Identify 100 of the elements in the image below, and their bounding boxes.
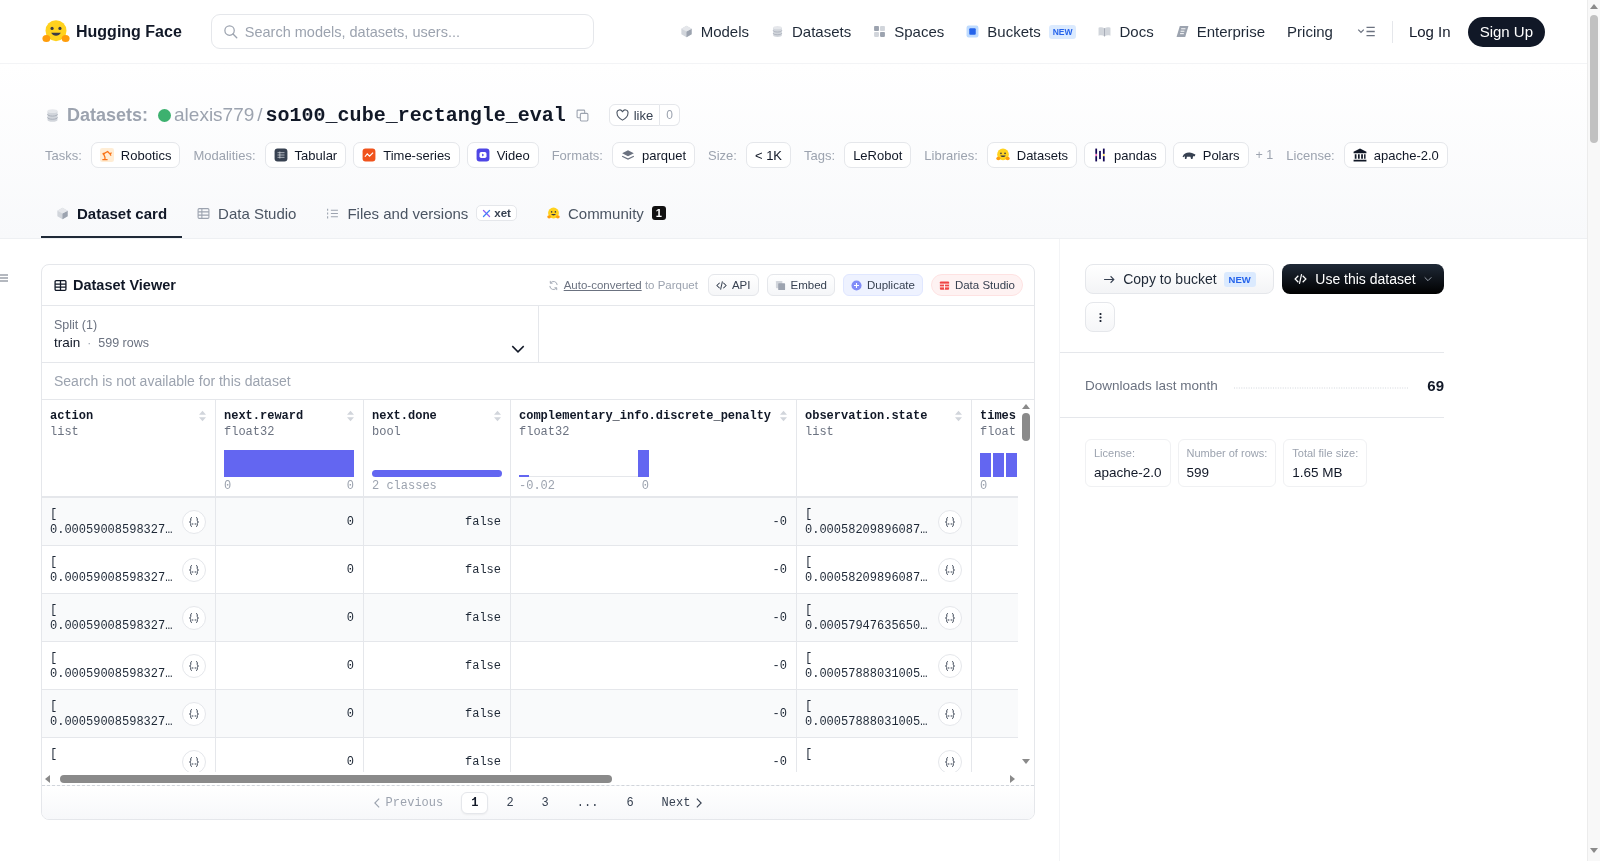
viewer-action-button[interactable]: API	[707, 274, 759, 296]
list-value: [ 0.00059008598327…	[50, 506, 173, 538]
square-icon	[966, 25, 980, 38]
json-button[interactable]	[938, 605, 962, 630]
tab[interactable]: Dataset card	[41, 190, 183, 238]
tab[interactable]: Community 1	[531, 190, 681, 238]
path-separator: /	[257, 104, 263, 126]
chevron-right-icon	[696, 797, 703, 808]
use-dataset-button[interactable]: Use this dataset	[1282, 264, 1444, 294]
stat-value: apache-2.0	[1094, 464, 1162, 481]
nav-link[interactable]: Spaces	[873, 23, 945, 40]
code-icon	[715, 279, 727, 291]
json-button[interactable]	[182, 653, 206, 678]
cell-value: -0	[772, 658, 787, 673]
tag-chip[interactable]: apache-2.0	[1343, 142, 1448, 168]
range-label: 0	[224, 479, 232, 493]
plus-circle-icon	[850, 279, 862, 291]
tag-chip[interactable]: Datasets	[986, 142, 1078, 168]
column-name: times	[980, 409, 1016, 423]
json-button[interactable]	[938, 653, 962, 678]
braces-icon	[188, 563, 200, 576]
cross-icon	[482, 208, 492, 218]
stat-value: 1.65 MB	[1292, 464, 1344, 481]
table-icon	[197, 206, 211, 220]
tag-chip[interactable]: LeRobot	[844, 142, 912, 168]
copy-button[interactable]	[573, 106, 591, 124]
chevron-left-icon	[373, 797, 380, 808]
cell-value: -0	[772, 706, 787, 721]
tag-group-label: Libraries:	[924, 147, 978, 163]
json-button[interactable]	[182, 557, 206, 582]
tag-chip[interactable]: Video	[466, 142, 539, 168]
braces-icon	[188, 659, 200, 672]
conversion-link[interactable]: Auto-converted	[563, 279, 642, 291]
tag-chip[interactable]: Time-series	[353, 142, 460, 168]
nav-link[interactable]: Datasets	[771, 23, 852, 40]
arrow-right-icon	[1103, 273, 1117, 285]
page-link[interactable]: 6	[616, 791, 644, 814]
search-field[interactable]: Search models, datasets, users...	[210, 14, 594, 49]
viewer-action-button[interactable]: Data Studio	[930, 274, 1023, 296]
viewer-action-button[interactable]: Embed	[766, 274, 835, 296]
nav-link[interactable]: Buckets NEW	[966, 23, 1077, 40]
nav-link[interactable]: Models	[679, 23, 750, 40]
list-value: [ 0.00059008598327…	[50, 602, 173, 634]
json-button[interactable]	[938, 557, 962, 582]
tab[interactable]: Files and versions xet	[311, 190, 532, 238]
robot-arm-icon	[99, 148, 114, 162]
new-badge: NEW	[1223, 271, 1256, 287]
tag-group-label: Formats:	[551, 147, 603, 163]
page-link[interactable]: 3	[531, 791, 559, 814]
nav-link[interactable]: Docs	[1098, 23, 1154, 40]
cell-value: 0	[346, 562, 354, 577]
nav-link[interactable]: Pricing	[1287, 23, 1333, 40]
cell-value: false	[465, 706, 501, 721]
cell-value: 0	[346, 658, 354, 673]
braces-icon	[944, 707, 956, 720]
split-select[interactable]: Split (1) train · 599 rows	[42, 306, 539, 362]
tab[interactable]: Data Studio	[182, 190, 312, 238]
column-type: float32	[224, 424, 276, 440]
nav-link[interactable]: Enterprise	[1175, 23, 1266, 40]
user-avatar	[158, 108, 172, 122]
login-link[interactable]: Log In	[1408, 23, 1451, 40]
signup-button[interactable]: Sign Up	[1467, 16, 1545, 47]
tag-chip[interactable]: Polars	[1172, 142, 1249, 168]
tag-group-label: Size:	[708, 147, 737, 163]
list-value: [ 0.00057888031005…	[805, 650, 928, 682]
copy-to-bucket-button[interactable]: Copy to bucket NEW	[1085, 264, 1274, 294]
json-button[interactable]	[182, 749, 206, 772]
tag-chip[interactable]: parquet	[611, 142, 696, 168]
json-button[interactable]	[938, 509, 962, 534]
code-icon	[1294, 273, 1308, 285]
caret-menu-icon	[1356, 26, 1376, 37]
page-scrollbar[interactable]	[1587, 0, 1600, 861]
repo-name[interactable]: so100_cube_rectangle_eval	[265, 103, 566, 127]
line-chart-icon	[362, 148, 377, 162]
json-button[interactable]	[182, 701, 206, 726]
viewer-action-button[interactable]: Duplicate	[842, 274, 923, 296]
json-button[interactable]	[182, 605, 206, 630]
page-link[interactable]: 2	[496, 791, 524, 814]
menu-icon[interactable]	[0, 274, 8, 282]
tile-icon	[1175, 25, 1189, 38]
database-icon	[771, 25, 785, 38]
tag-chip[interactable]: Robotics	[90, 142, 181, 168]
tag-chip[interactable]: Tabular	[264, 142, 347, 168]
like-button[interactable]: like	[608, 104, 661, 126]
menu-button[interactable]	[1356, 26, 1376, 37]
conversion-note: Auto-converted to Parquet	[563, 279, 698, 291]
column-name: action	[50, 409, 94, 423]
tag-chip[interactable]: < 1K	[745, 142, 792, 168]
list-value: [ 0.00059008598327…	[50, 650, 173, 682]
next-page-link[interactable]: Next	[651, 791, 713, 814]
home-link[interactable]: Hugging Face	[42, 19, 182, 44]
new-badge: NEW	[1048, 24, 1077, 39]
cube-icon	[56, 206, 69, 220]
downloads-label: Downloads last month	[1085, 377, 1218, 393]
page-link[interactable]: 1	[461, 791, 489, 814]
json-button[interactable]	[938, 749, 962, 772]
tag-chip[interactable]: pandas	[1084, 142, 1166, 168]
page-ellipsis: ...	[575, 794, 600, 812]
json-button[interactable]	[182, 509, 206, 534]
json-button[interactable]	[938, 701, 962, 726]
